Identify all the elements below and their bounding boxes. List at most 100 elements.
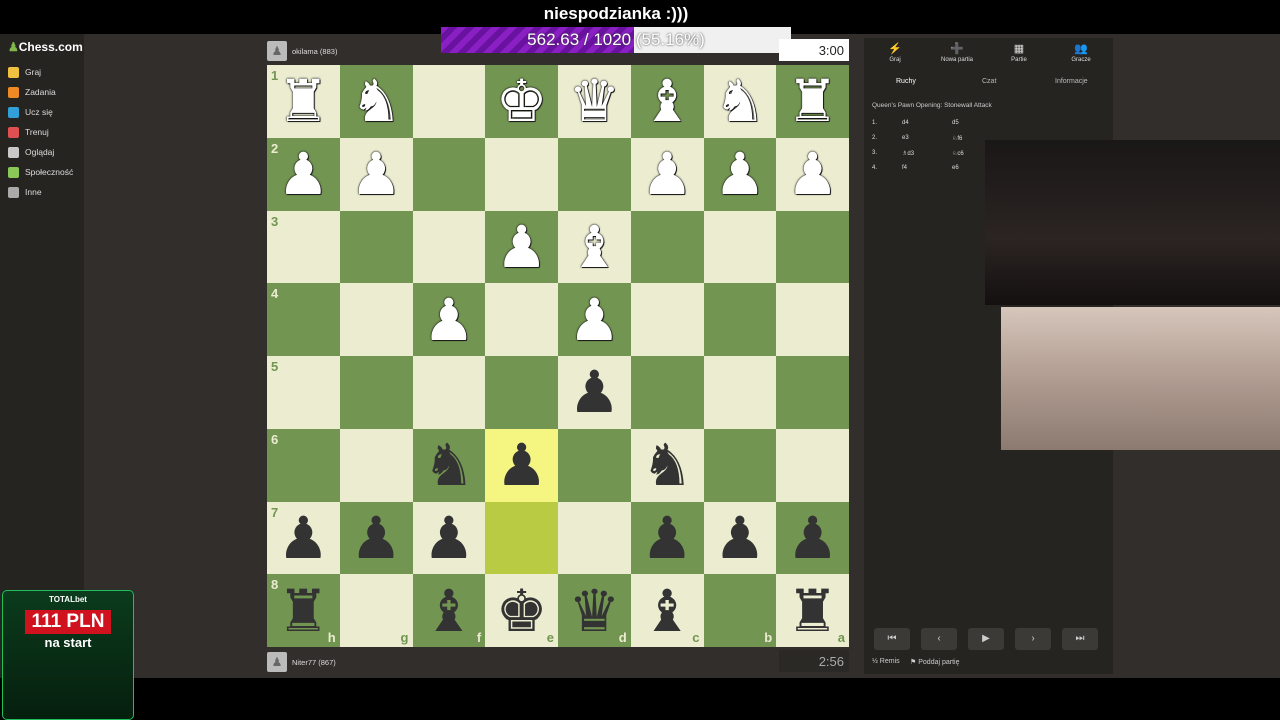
chess-board[interactable]: 1 ♜ ♞ ♚ ♛ ♝ ♞ ♜ 2 ♟ ♟ ♟ ♟ ♟ 3 ♟ ♝ 4 ♟ ♟ 5 ♟ 6 ♞ ♟ ♞ 7 ♟ ♟ ♟ ♟ ♟ ♟ 8 h ♜ g f ♝ e… <box>267 65 849 647</box>
board-square[interactable]: ♞ <box>412 428 486 502</box>
board-square[interactable]: ♞ <box>703 65 777 138</box>
board-square[interactable]: b <box>703 574 777 647</box>
board-square[interactable]: ♟ <box>558 283 631 356</box>
white-pawn-icon[interactable]: ♟ <box>714 145 766 203</box>
white-pawn-icon[interactable]: ♟ <box>350 145 402 203</box>
board-square[interactable]: ♟ <box>630 501 704 575</box>
panel-tab-0[interactable]: ⚡ Graj <box>864 42 926 63</box>
black-pawn-icon[interactable]: ♟ <box>714 509 766 567</box>
white-bishop-icon[interactable]: ♝ <box>568 218 620 276</box>
top-player-name[interactable]: okilama (883) <box>292 47 337 56</box>
board-square[interactable]: ♟ <box>558 356 631 429</box>
board-square[interactable]: e ♚ <box>485 574 558 647</box>
panel-tab-2[interactable]: ▦ Partie <box>988 42 1050 63</box>
board-square[interactable]: g <box>339 574 413 647</box>
board-square[interactable] <box>485 501 558 575</box>
last-move-button[interactable]: ⏭ <box>1062 628 1098 650</box>
move-white[interactable]: ♗d3 <box>902 150 914 157</box>
move-black[interactable]: ♘f6 <box>952 135 962 142</box>
white-bishop-icon[interactable]: ♝ <box>641 72 693 130</box>
draw-button[interactable]: ½ Remis <box>872 658 900 665</box>
board-square[interactable]: ♟ <box>703 137 777 211</box>
board-square[interactable] <box>703 356 777 429</box>
board-square[interactable] <box>630 283 704 356</box>
black-pawn-icon[interactable]: ♟ <box>787 509 839 567</box>
board-square[interactable] <box>703 428 777 502</box>
panel-tab-1[interactable]: ➕ Nowa partia <box>926 42 988 63</box>
tab-chat[interactable]: Czat <box>982 78 996 85</box>
sidebar-item-2[interactable]: Ucz się <box>8 102 53 122</box>
board-square[interactable]: d ♛ <box>558 574 631 647</box>
board-square[interactable]: c ♝ <box>630 574 704 647</box>
board-square[interactable] <box>558 137 631 211</box>
board-square[interactable]: 5 <box>267 356 340 429</box>
board-square[interactable]: ♞ <box>630 428 704 502</box>
white-knight-icon[interactable]: ♞ <box>350 72 402 130</box>
white-rook-icon[interactable]: ♜ <box>787 72 839 130</box>
board-square[interactable] <box>485 137 558 211</box>
board-square[interactable] <box>703 283 777 356</box>
black-pawn-icon[interactable]: ♟ <box>641 509 693 567</box>
black-pawn-icon[interactable]: ♟ <box>496 436 548 494</box>
sidebar-item-6[interactable]: Inne <box>8 182 42 202</box>
board-square[interactable] <box>776 210 849 284</box>
sidebar-item-0[interactable]: Graj <box>8 62 41 82</box>
white-pawn-icon[interactable]: ♟ <box>277 145 329 203</box>
board-square[interactable] <box>558 428 631 502</box>
board-square[interactable] <box>776 356 849 429</box>
board-square[interactable]: ♟ <box>485 210 558 284</box>
sidebar-item-4[interactable]: Oglądaj <box>8 142 54 162</box>
move-white[interactable]: f4 <box>902 165 907 171</box>
board-square[interactable] <box>558 501 631 575</box>
white-pawn-icon[interactable]: ♟ <box>568 291 620 349</box>
black-bishop-icon[interactable]: ♝ <box>423 582 475 640</box>
move-white[interactable]: e3 <box>902 135 909 141</box>
sidebar-item-1[interactable]: Zadania <box>8 82 56 102</box>
move-black[interactable]: e6 <box>952 165 959 171</box>
board-square[interactable]: 4 <box>267 283 340 356</box>
board-square[interactable]: ♛ <box>558 65 631 138</box>
board-square[interactable]: ♟ <box>630 137 704 211</box>
board-square[interactable]: ♜ <box>776 65 849 138</box>
tab-moves[interactable]: Ruchy <box>896 78 916 85</box>
board-square[interactable]: ♚ <box>485 65 558 138</box>
first-move-button[interactable]: ⏮ <box>874 628 910 650</box>
sidebar-item-5[interactable]: Społeczność <box>8 162 73 182</box>
board-square[interactable]: 2 ♟ <box>267 137 340 211</box>
move-white[interactable]: d4 <box>902 120 909 126</box>
black-knight-icon[interactable]: ♞ <box>641 436 693 494</box>
board-square[interactable]: ♟ <box>776 137 849 211</box>
tab-info[interactable]: Informacje <box>1055 78 1088 85</box>
board-square[interactable]: a ♜ <box>776 574 849 647</box>
white-pawn-icon[interactable]: ♟ <box>641 145 693 203</box>
board-square[interactable]: f ♝ <box>412 574 486 647</box>
black-pawn-icon[interactable]: ♟ <box>350 509 402 567</box>
board-square[interactable] <box>776 428 849 502</box>
totalbet-ad[interactable]: TOTALbet 111 PLN na start <box>2 590 134 720</box>
board-square[interactable] <box>485 356 558 429</box>
board-square[interactable]: ♞ <box>339 65 413 138</box>
black-bishop-icon[interactable]: ♝ <box>641 582 693 640</box>
white-pawn-icon[interactable]: ♟ <box>496 218 548 276</box>
black-pawn-icon[interactable]: ♟ <box>277 509 329 567</box>
black-knight-icon[interactable]: ♞ <box>423 436 475 494</box>
top-player-avatar[interactable]: ♟ <box>267 41 287 61</box>
white-king-icon[interactable]: ♚ <box>496 72 548 130</box>
next-move-button[interactable]: › <box>1015 628 1051 650</box>
board-square[interactable]: ♝ <box>558 210 631 284</box>
board-square[interactable]: ♟ <box>339 501 413 575</box>
board-square[interactable] <box>339 356 413 429</box>
white-rook-icon[interactable]: ♜ <box>277 72 329 130</box>
white-queen-icon[interactable]: ♛ <box>568 72 620 130</box>
board-square[interactable]: ♟ <box>412 501 486 575</box>
black-king-icon[interactable]: ♚ <box>496 582 548 640</box>
prev-move-button[interactable]: ‹ <box>921 628 957 650</box>
bottom-player-avatar[interactable]: ♟ <box>267 652 287 672</box>
board-square[interactable]: 8 h ♜ <box>267 574 340 647</box>
black-pawn-icon[interactable]: ♟ <box>423 509 475 567</box>
sidebar-item-3[interactable]: Trenuj <box>8 122 49 142</box>
board-square[interactable]: ♟ <box>703 501 777 575</box>
board-square[interactable] <box>339 283 413 356</box>
black-rook-icon[interactable]: ♜ <box>787 582 839 640</box>
board-square[interactable] <box>339 210 413 284</box>
